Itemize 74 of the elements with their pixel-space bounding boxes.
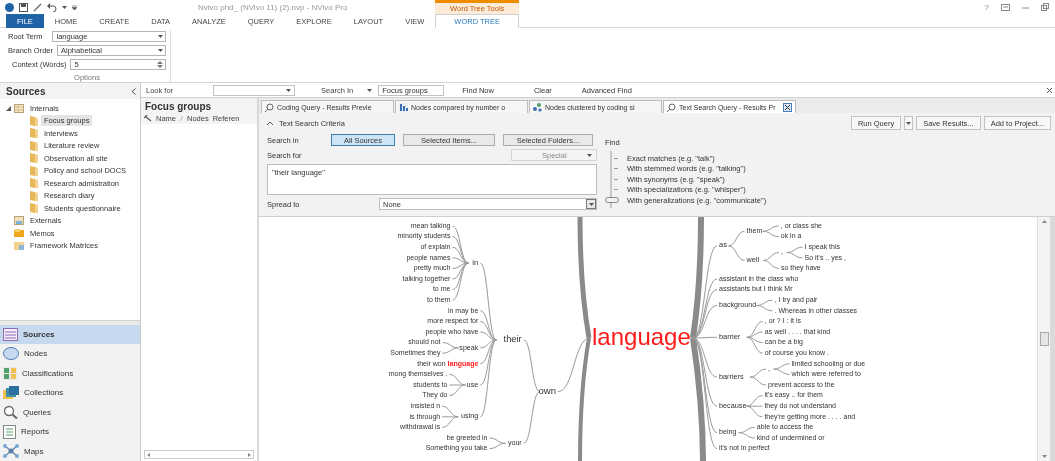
look-for-field[interactable] — [213, 84, 296, 96]
list-title: Focus groups — [141, 98, 257, 113]
scroll-up-icon — [1041, 220, 1047, 223]
scroll-down-icon — [1041, 455, 1047, 458]
branch-line — [728, 245, 745, 261]
caret-icon — [587, 153, 592, 157]
find-slider[interactable] — [605, 149, 619, 210]
map-network-icon — [3, 444, 19, 459]
collapse-up-icon — [267, 121, 273, 125]
search-icon — [265, 102, 274, 112]
restore-icon — [1041, 3, 1049, 11]
branch-line — [749, 376, 767, 386]
caret-icon — [286, 88, 292, 92]
nav-button[interactable]: Classifications — [0, 363, 140, 383]
branch-line — [749, 368, 767, 378]
close-icon — [1047, 87, 1052, 93]
branch-line — [762, 259, 780, 269]
branch-line — [523, 391, 541, 444]
caret-icon — [906, 121, 912, 125]
matrix-icon — [14, 241, 24, 250]
tree-word: own — [538, 385, 556, 397]
panel-title: Sources — [6, 85, 46, 97]
nav-button[interactable]: Maps — [0, 441, 140, 461]
search-icon — [667, 102, 676, 112]
memo-icon — [14, 229, 24, 238]
collapse-icon — [131, 87, 136, 95]
sources-icon — [3, 327, 18, 341]
spinner-arrows-icon — [157, 59, 163, 69]
collections-icon — [3, 386, 19, 400]
close-tab-button[interactable] — [783, 102, 792, 112]
window-title: Nvivo phd_ (NVivo 11) (2).nvp - NVivo Pro — [196, 2, 349, 12]
pen-icon — [33, 2, 42, 12]
classifications-icon — [3, 366, 17, 380]
scrollbar-thumb[interactable] — [1039, 332, 1049, 346]
expander-icon — [6, 105, 11, 111]
app-logo-icon — [5, 2, 14, 12]
branch-line — [762, 252, 780, 261]
branch-line — [728, 230, 745, 247]
folder-grid-icon — [14, 103, 24, 113]
caret-icon — [158, 34, 163, 38]
horizontal-scrollbar[interactable] — [144, 450, 254, 459]
report-icon — [3, 424, 16, 439]
undo-icon — [47, 2, 57, 12]
ribbon-display-icon — [1001, 3, 1010, 11]
folder-icon — [30, 203, 38, 214]
scroll-left-icon — [147, 452, 150, 457]
vertical-scrollbar[interactable] — [1037, 217, 1050, 461]
branch-line — [557, 337, 591, 393]
external-source-icon — [14, 216, 24, 226]
tree-word: their — [503, 334, 522, 346]
close-icon — [785, 104, 790, 110]
nav-button[interactable]: Queries — [0, 402, 140, 422]
folder-icon — [30, 115, 38, 126]
cluster-icon — [533, 102, 542, 112]
branch-line — [523, 339, 541, 393]
sort-icon — [180, 116, 183, 121]
scroll-right-icon — [248, 452, 251, 457]
search-icon — [3, 405, 18, 420]
caret-icon — [158, 48, 163, 52]
pin-icon — [144, 115, 152, 122]
root-word: language — [592, 323, 691, 351]
caret-icon — [588, 202, 594, 206]
slider-thumb[interactable] — [605, 197, 619, 203]
caret-icon — [367, 88, 373, 92]
save-icon — [19, 2, 28, 12]
nav-button[interactable]: Collections — [0, 383, 140, 403]
run-query-menu-button[interactable] — [904, 116, 914, 130]
caret-icon — [62, 5, 67, 9]
nav-button[interactable]: Reports — [0, 422, 140, 442]
nodes-icon — [3, 347, 19, 361]
help-button[interactable]: ? — [984, 2, 989, 12]
customize-icon — [72, 4, 77, 10]
nav-button[interactable]: Nodes — [0, 344, 140, 364]
nav-button[interactable]: Sources — [0, 324, 140, 344]
